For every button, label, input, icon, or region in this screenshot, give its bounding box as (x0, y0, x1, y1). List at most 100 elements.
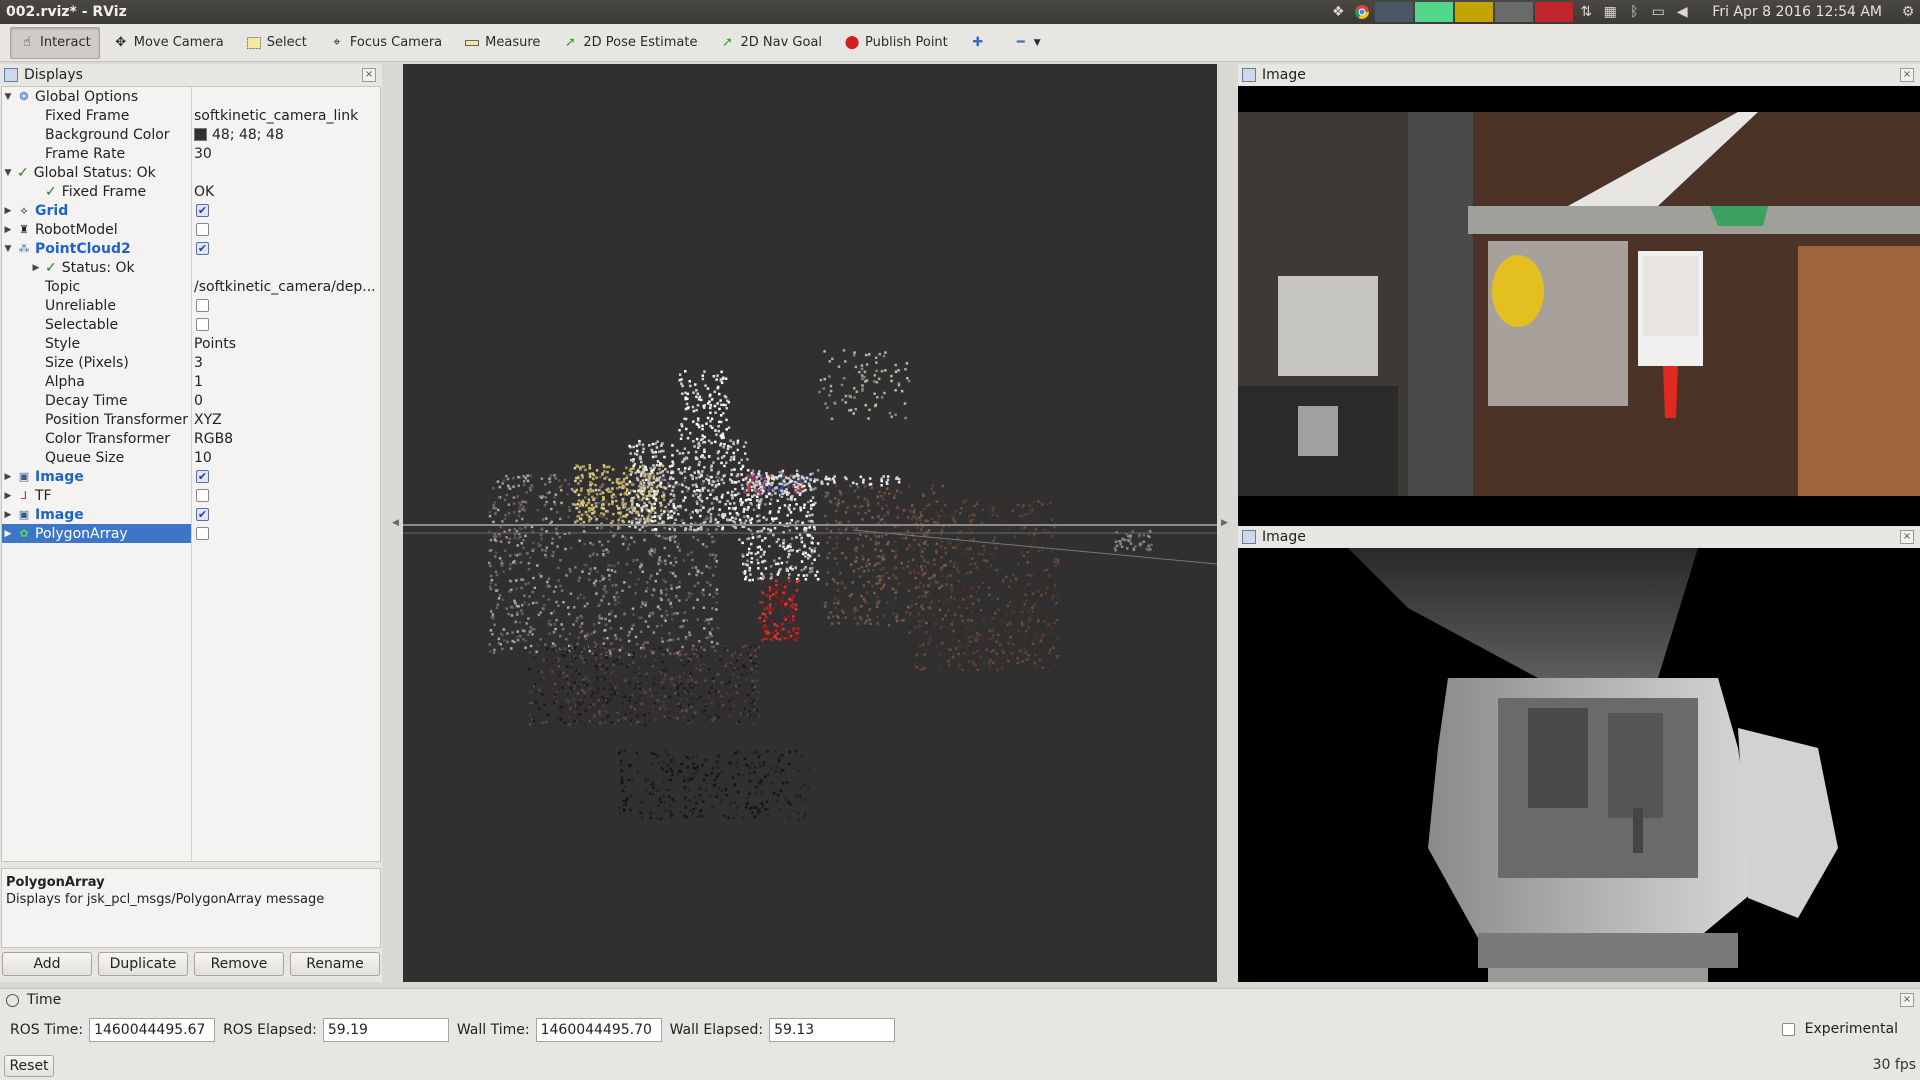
tree-row-position-transformer[interactable]: Position Transformer XYZ (2, 410, 380, 429)
selectable-checkbox[interactable] (196, 318, 209, 331)
expand-arrow-icon[interactable]: ▶ (2, 491, 14, 501)
tf-enabled-checkbox[interactable] (196, 489, 209, 502)
expand-arrow-icon[interactable]: ▶ (30, 263, 42, 273)
expand-arrow-icon[interactable]: ▶ (2, 510, 14, 520)
point-cloud-render[interactable] (403, 64, 1217, 982)
tree-row-background-color[interactable]: Background Color 48; 48; 48 (2, 125, 380, 144)
remove-tool-button[interactable]: ━ ▼ (1004, 27, 1050, 59)
size-value[interactable]: 3 (194, 355, 203, 371)
experimental-toggle[interactable]: Experimental (1780, 1021, 1898, 1037)
2d-nav-goal-tool-button[interactable]: ➚ 2D Nav Goal (710, 27, 831, 59)
settings-gear-icon[interactable]: ⚙ (1896, 0, 1920, 24)
ros-time-field[interactable]: 1460044495.67 (89, 1018, 216, 1042)
tree-row-image-1[interactable]: ▶ ▣ Image ✔ (2, 467, 380, 486)
add-tool-button[interactable]: ✚ (961, 27, 1000, 59)
color-swatch[interactable] (194, 128, 207, 141)
tree-row-robotmodel[interactable]: ▶ ♜ RobotModel (2, 220, 380, 239)
tree-row-pointcloud2[interactable]: ▼ ⁂ PointCloud2 ✔ (2, 239, 380, 258)
interact-tool-button[interactable]: ☝ Interact (10, 26, 100, 59)
tree-row-grid[interactable]: ▶ ⟡ Grid ✔ (2, 201, 380, 220)
tree-row-selectable[interactable]: Selectable (2, 315, 380, 334)
select-tool-button[interactable]: Select (237, 27, 316, 59)
chrome-icon[interactable] (1350, 0, 1374, 24)
expand-arrow-icon[interactable]: ▶ (2, 472, 14, 482)
duplicate-button[interactable]: Duplicate (98, 952, 188, 976)
battery-icon[interactable]: ▭ (1646, 0, 1670, 24)
system-clock[interactable]: Fri Apr 8 2016 12:54 AM (1694, 4, 1896, 20)
expand-arrow-icon[interactable]: ▼ (2, 244, 14, 254)
measure-tool-button[interactable]: Measure (455, 27, 549, 59)
rename-button[interactable]: Rename (290, 952, 380, 976)
tree-row-queue-size[interactable]: Queue Size 10 (2, 448, 380, 467)
tree-row-polygonarray[interactable]: ▶ ✿ PolygonArray (2, 524, 380, 543)
frame-rate-value[interactable]: 30 (194, 146, 212, 162)
tree-row-image-2[interactable]: ▶ ▣ Image ✔ (2, 505, 380, 524)
queue-size-value[interactable]: 10 (194, 450, 212, 466)
expand-arrow-icon[interactable]: ▶ (2, 529, 14, 539)
background-color-value[interactable]: 48; 48; 48 (212, 127, 284, 143)
image-icon: ▣ (18, 470, 30, 483)
system-monitor-swatch (1455, 2, 1494, 22)
system-monitor-swatch (1415, 2, 1454, 22)
position-transformer-value[interactable]: XYZ (194, 412, 222, 428)
grid-enabled-checkbox[interactable]: ✔ (196, 204, 209, 217)
polygonarray-enabled-checkbox[interactable] (196, 527, 209, 540)
color-transformer-value[interactable]: RGB8 (194, 431, 233, 447)
tree-row-style[interactable]: Style Points (2, 334, 380, 353)
wall-elapsed-field[interactable]: 59.13 (769, 1018, 896, 1042)
alpha-value[interactable]: 1 (194, 374, 203, 390)
tree-row-fixed-frame[interactable]: Fixed Frame softkinetic_camera_link (2, 106, 380, 125)
image-2-enabled-checkbox[interactable]: ✔ (196, 508, 209, 521)
image-1-enabled-checkbox[interactable]: ✔ (196, 470, 209, 483)
topic-value[interactable]: /softkinetic_camera/dep... (194, 279, 376, 295)
reset-button[interactable]: Reset (4, 1055, 54, 1077)
pointcloud2-enabled-checkbox[interactable]: ✔ (196, 242, 209, 255)
fixed-frame-value[interactable]: softkinetic_camera_link (194, 108, 358, 124)
focus-camera-tool-button[interactable]: ⌖ Focus Camera (320, 27, 451, 59)
tree-row-decay-time[interactable]: Decay Time 0 (2, 391, 380, 410)
2d-pose-estimate-tool-button[interactable]: ➚ 2D Pose Estimate (553, 27, 706, 59)
tree-row-topic[interactable]: Topic/softkinetic_camera/dep... (2, 277, 380, 296)
close-icon[interactable]: × (362, 68, 376, 82)
close-icon[interactable]: × (1900, 530, 1914, 544)
tree-row-fixed-frame-status[interactable]: ✓ Fixed Frame OK (2, 182, 380, 201)
tree-row-global-options[interactable]: ▼ ❂ Global Options (2, 87, 380, 106)
description-text: Displays for jsk_pcl_msgs/PolygonArray m… (6, 892, 325, 907)
3d-render-view[interactable] (403, 64, 1217, 982)
tree-row-global-status[interactable]: ▼ ✓ Global Status: Ok (2, 163, 380, 182)
expand-arrow-icon[interactable]: ▶ (2, 225, 14, 235)
move-icon: ✥ (115, 35, 127, 50)
expand-arrow-icon[interactable]: ▶ (2, 206, 14, 216)
keyboard-icon[interactable]: ▦ (1598, 0, 1622, 24)
decay-time-value[interactable]: 0 (194, 393, 203, 409)
tree-row-color-transformer[interactable]: Color Transformer RGB8 (2, 429, 380, 448)
tree-row-frame-rate[interactable]: Frame Rate 30 (2, 144, 380, 163)
rgb-camera-image (1238, 86, 1920, 526)
tree-row-alpha[interactable]: Alpha 1 (2, 372, 380, 391)
tree-row-unreliable[interactable]: Unreliable (2, 296, 380, 315)
tree-row-size-pixels[interactable]: Size (Pixels) 3 (2, 353, 380, 372)
add-button[interactable]: Add (2, 952, 92, 976)
ros-elapsed-field[interactable]: 59.19 (322, 1018, 449, 1042)
close-icon[interactable]: × (1900, 68, 1914, 82)
publish-point-tool-button[interactable]: ⬤ Publish Point (835, 27, 957, 59)
bluetooth-icon[interactable]: ᛒ (1622, 0, 1646, 24)
style-value[interactable]: Points (194, 336, 236, 352)
close-icon[interactable]: × (1900, 993, 1914, 1007)
volume-icon[interactable]: ◀ (1670, 0, 1694, 24)
expand-arrow-icon[interactable]: ▼ (2, 168, 14, 178)
network-icon[interactable]: ⇅ (1574, 0, 1598, 24)
remove-button[interactable]: Remove (194, 952, 284, 976)
expand-arrow-icon[interactable]: ▼ (2, 92, 14, 102)
unreliable-checkbox[interactable] (196, 299, 209, 312)
collapse-left-arrow-icon[interactable]: ◀ (392, 518, 399, 528)
move-camera-tool-button[interactable]: ✥ Move Camera (104, 27, 233, 59)
tree-row-pointcloud-status[interactable]: ▶ ✓ Status: Ok (2, 258, 380, 277)
robotmodel-enabled-checkbox[interactable] (196, 223, 209, 236)
dropbox-icon[interactable]: ❖ (1326, 0, 1350, 24)
wall-time-field[interactable]: 1460044495.70 (535, 1018, 662, 1042)
experimental-checkbox[interactable] (1781, 1022, 1795, 1036)
collapse-right-arrow-icon[interactable]: ▶ (1221, 518, 1228, 528)
tree-row-tf[interactable]: ▶ ⅃ TF (2, 486, 380, 505)
time-panel-header: Time × (0, 989, 1920, 1011)
